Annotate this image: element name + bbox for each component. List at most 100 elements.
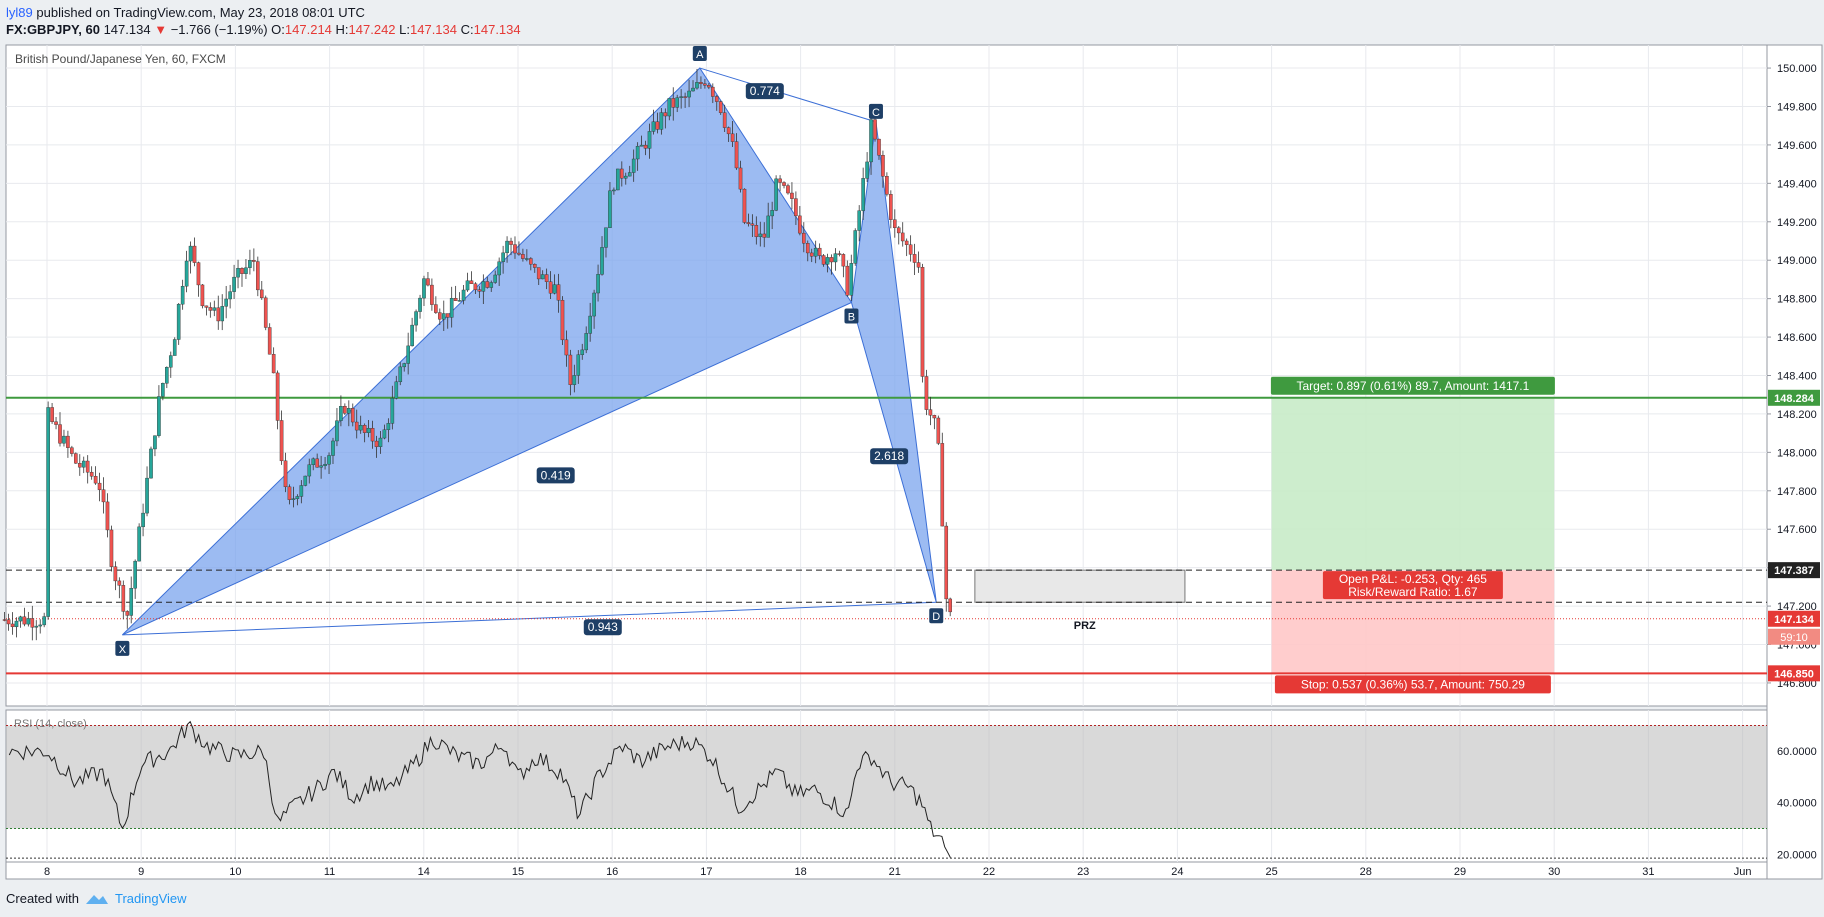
candle-body bbox=[544, 274, 549, 282]
candle-body bbox=[699, 82, 703, 84]
y-tick-label: 150.000 bbox=[1777, 63, 1817, 75]
candle-body bbox=[105, 501, 110, 531]
candle-body bbox=[940, 443, 945, 527]
candle-body bbox=[501, 252, 505, 262]
candle-body bbox=[133, 560, 137, 589]
candle-body bbox=[683, 96, 687, 98]
candle-body bbox=[536, 267, 541, 280]
tradingview-brand[interactable]: TradingView bbox=[115, 891, 187, 906]
candle-body bbox=[54, 421, 58, 425]
candle-body bbox=[532, 264, 537, 268]
candle-body bbox=[513, 244, 517, 254]
candle-body bbox=[441, 313, 446, 320]
candle-body bbox=[81, 460, 86, 468]
candle bbox=[200, 284, 205, 309]
candle-body bbox=[857, 210, 861, 231]
candle-body bbox=[414, 311, 418, 326]
x-tick-label: 15 bbox=[512, 866, 524, 878]
candle-body bbox=[303, 475, 308, 486]
candle-body bbox=[228, 291, 232, 300]
x-tick-label: 16 bbox=[606, 866, 618, 878]
candle bbox=[137, 523, 141, 562]
candle bbox=[853, 228, 858, 266]
candle bbox=[267, 323, 272, 355]
candle-body bbox=[738, 167, 743, 190]
candle-body bbox=[667, 98, 672, 117]
candle-body bbox=[722, 112, 727, 128]
candle-body bbox=[813, 247, 818, 257]
candle-body bbox=[236, 268, 240, 278]
candle-body bbox=[805, 243, 810, 254]
symbol-label[interactable]: FX:GBPJPY, 60 bbox=[6, 22, 100, 37]
candle-body bbox=[208, 307, 213, 311]
stop-label: Stop: 0.537 (0.36%) 53.7, Amount: 750.29 bbox=[1301, 677, 1525, 691]
candle-body bbox=[912, 254, 917, 263]
prz-box bbox=[974, 569, 1186, 603]
candle-body bbox=[232, 276, 236, 292]
candle-body bbox=[422, 278, 426, 299]
candle-body bbox=[948, 598, 952, 613]
candle-body bbox=[335, 420, 339, 442]
candle-body bbox=[26, 618, 31, 625]
candle-body bbox=[576, 354, 581, 376]
candle-body bbox=[707, 85, 711, 88]
candle-body bbox=[430, 284, 434, 305]
chart-area[interactable]: 146.800147.000147.200147.400147.600147.8… bbox=[0, 44, 1824, 884]
candle bbox=[940, 432, 945, 527]
high-value: 147.242 bbox=[348, 22, 396, 37]
candle-body bbox=[113, 566, 118, 582]
candle-body bbox=[616, 168, 620, 191]
author-link[interactable]: lyl89 bbox=[6, 5, 33, 20]
candle bbox=[924, 369, 929, 416]
x-tick-label: 10 bbox=[229, 866, 241, 878]
candle-body bbox=[50, 407, 54, 422]
candle bbox=[176, 303, 181, 345]
x-tick-label: 29 bbox=[1454, 866, 1466, 878]
open-label: O: bbox=[271, 22, 285, 37]
candle bbox=[46, 401, 50, 620]
candle bbox=[149, 446, 153, 479]
candle-body bbox=[327, 455, 331, 465]
candle-body bbox=[560, 299, 565, 341]
candle-body bbox=[30, 618, 35, 628]
candle-body bbox=[34, 625, 39, 628]
candle-body bbox=[319, 465, 323, 468]
candle-body bbox=[354, 421, 359, 431]
footer: Created with TradingView bbox=[6, 891, 187, 906]
candle-body bbox=[572, 375, 577, 385]
candle-body bbox=[548, 281, 553, 294]
candle-body bbox=[125, 611, 130, 616]
candle bbox=[944, 522, 949, 612]
candle-body bbox=[299, 485, 304, 497]
candle-body bbox=[374, 440, 379, 447]
candle-body bbox=[647, 131, 652, 149]
candle-body bbox=[639, 144, 644, 147]
candle-body bbox=[782, 182, 786, 186]
candle-body bbox=[74, 453, 78, 464]
candle-body bbox=[893, 219, 897, 228]
target-label: Target: 0.897 (0.61%) 89.7, Amount: 1417… bbox=[1296, 379, 1529, 393]
candle-body bbox=[453, 298, 458, 301]
x-tick-label: 24 bbox=[1171, 866, 1183, 878]
price-badge-label: 148.284 bbox=[1774, 393, 1815, 405]
candle-body bbox=[556, 284, 561, 301]
candle-body bbox=[873, 119, 877, 140]
candle-body bbox=[46, 407, 50, 617]
x-tick-label: 28 bbox=[1360, 866, 1372, 878]
candle-body bbox=[889, 194, 893, 220]
candle-body bbox=[192, 245, 197, 263]
x-tick-label: 14 bbox=[418, 866, 430, 878]
x-tick-label: 22 bbox=[983, 866, 995, 878]
ratio-label: 0.943 bbox=[588, 620, 618, 634]
candle-body bbox=[837, 253, 842, 255]
candle-body bbox=[358, 425, 363, 431]
candle-body bbox=[165, 367, 169, 384]
candle-body bbox=[770, 210, 774, 217]
candle-body bbox=[307, 464, 312, 477]
down-arrow-icon: ▼ bbox=[154, 22, 168, 37]
candle-body bbox=[734, 141, 739, 169]
x-tick-label: 21 bbox=[889, 866, 901, 878]
high-label: H: bbox=[335, 22, 349, 37]
candle-body bbox=[596, 274, 600, 294]
candle-body bbox=[331, 440, 335, 456]
